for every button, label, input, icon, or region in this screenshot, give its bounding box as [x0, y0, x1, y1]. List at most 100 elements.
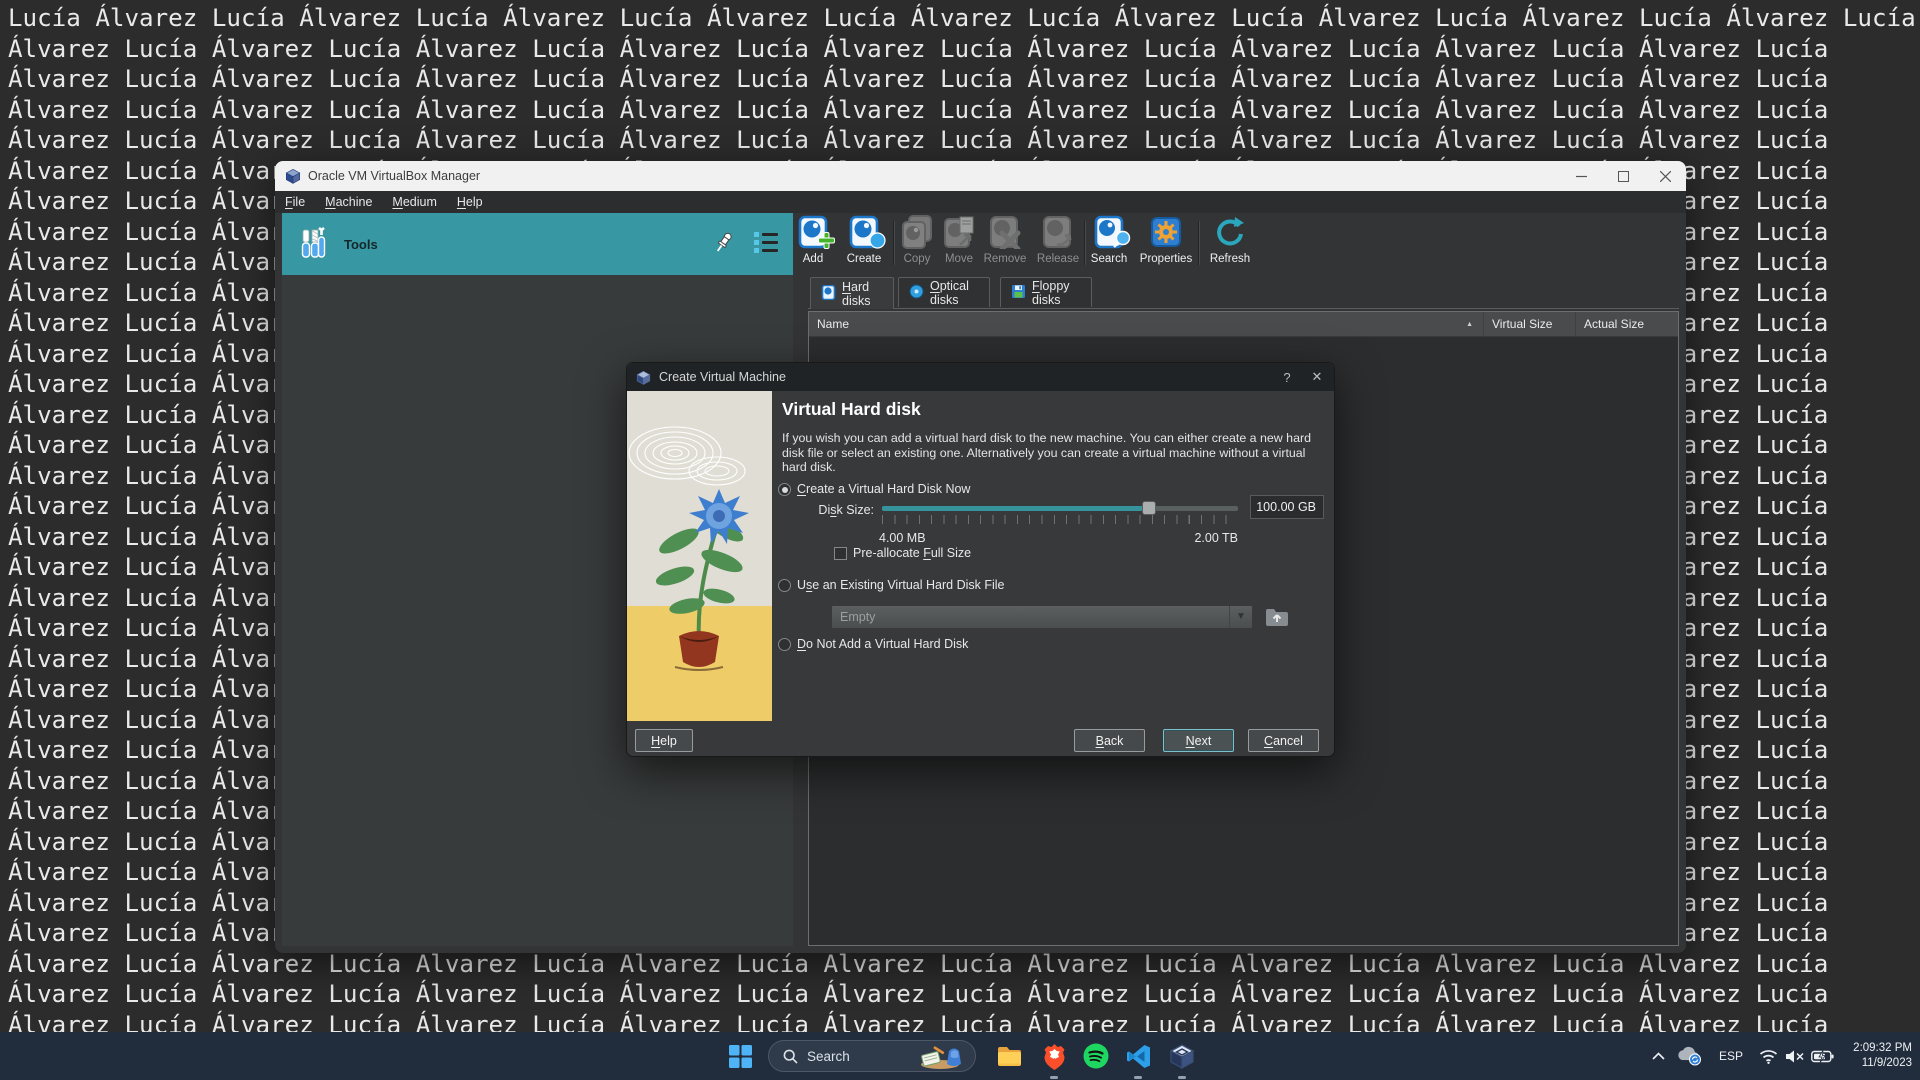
toolbar-properties-button[interactable]: Properties — [1136, 215, 1196, 265]
back-button[interactable]: Back — [1074, 729, 1145, 752]
floppy-disk-icon — [1011, 284, 1026, 302]
radio-no-disk-label: Do Not Add a Virtual Hard Disk — [797, 637, 968, 651]
tools-menu-icon[interactable] — [753, 230, 779, 259]
taskbar-clock[interactable]: 2:09:32 PM 11/9/2023 — [1836, 1041, 1912, 1071]
brave-browser-button[interactable] — [1034, 1036, 1074, 1076]
existing-disk-dropdown[interactable]: Empty ▼ — [831, 605, 1253, 629]
tab-hard-disks[interactable]: Hard disks — [810, 277, 894, 309]
media-table-header: Name ▲ Virtual Size Actual Size — [809, 312, 1678, 337]
disk-size-value[interactable]: 100.00 GB — [1250, 495, 1324, 519]
windows-logo-icon — [729, 1045, 752, 1068]
preallocate-label: Pre-allocate Full Size — [853, 546, 971, 560]
running-indicator — [1050, 1076, 1058, 1079]
window-title: Oracle VM VirtualBox Manager — [308, 169, 480, 183]
spotify-button[interactable] — [1076, 1036, 1116, 1076]
running-indicator — [1178, 1076, 1186, 1079]
file-explorer-button[interactable] — [989, 1036, 1029, 1076]
virtualbox-taskbar-button[interactable] — [1162, 1036, 1202, 1076]
toolbar-refresh-button[interactable]: Refresh — [1200, 215, 1260, 265]
virtualbox-icon — [1169, 1043, 1195, 1069]
dialog-close-button[interactable]: ✕ — [1302, 363, 1332, 391]
toolbar-remove-button[interactable]: Remove — [975, 215, 1035, 265]
spotify-icon — [1083, 1043, 1109, 1069]
menu-medium[interactable]: Medium — [382, 192, 446, 212]
menu-file[interactable]: File — [275, 192, 315, 212]
virtualbox-logo-icon — [636, 370, 651, 385]
column-header-name[interactable]: Name ▲ — [809, 312, 1484, 336]
close-button[interactable] — [1644, 161, 1686, 191]
pin-icon[interactable] — [711, 229, 737, 260]
dialog-title: Create Virtual Machine — [659, 370, 786, 384]
move-medium-icon — [941, 215, 977, 251]
tray-onedrive-icon[interactable] — [1676, 1046, 1704, 1066]
tab-floppy-disks[interactable]: Floppy disks — [1000, 277, 1092, 307]
hard-disk-icon — [821, 285, 836, 303]
virtualbox-logo-icon — [285, 168, 301, 184]
window-titlebar: Oracle VM VirtualBox Manager — [275, 161, 1686, 191]
wizard-description: If you wish you can add a virtual hard d… — [782, 431, 1311, 475]
disk-size-label: Disk Size: — [792, 503, 874, 517]
toolbar-search-button[interactable]: Search — [1079, 215, 1139, 265]
brave-icon — [1042, 1043, 1067, 1070]
battery-icon[interactable] — [1808, 1046, 1836, 1066]
start-button[interactable] — [720, 1036, 760, 1076]
tray-language-indicator[interactable]: ESP — [1714, 1046, 1748, 1066]
cancel-button[interactable]: Cancel — [1248, 729, 1319, 752]
dialog-titlebar: Create Virtual Machine ? ✕ — [627, 363, 1334, 391]
slider-max-label: 2.00 TB — [1188, 531, 1238, 545]
create-vm-dialog: Create Virtual Machine ? ✕ — [626, 362, 1335, 757]
search-icon — [783, 1049, 798, 1064]
menu-machine[interactable]: Machine — [315, 192, 382, 212]
slider-ticks — [882, 515, 1238, 524]
taskbar: Search ESP — [0, 1032, 1920, 1080]
tab-optical-disks[interactable]: Optical disks — [898, 277, 990, 307]
tools-icon — [298, 227, 332, 261]
tools-label: Tools — [344, 237, 378, 252]
radio-use-existing-disk[interactable] — [778, 579, 791, 592]
disk-size-slider[interactable] — [882, 506, 1238, 511]
search-box[interactable]: Search — [768, 1040, 976, 1072]
slider-handle[interactable] — [1142, 501, 1156, 515]
vscode-button[interactable] — [1118, 1036, 1158, 1076]
column-header-virtual-size[interactable]: Virtual Size — [1484, 312, 1576, 336]
desktop: Lucía Álvarez Lucía Álvarez Lucía Álvare… — [0, 0, 1920, 1080]
radio-use-existing-disk-label: Use an Existing Virtual Hard Disk File — [797, 578, 1005, 592]
tray-chevron-up-icon[interactable] — [1646, 1046, 1670, 1066]
dialog-content: Virtual Hard disk If you wish you can ad… — [772, 391, 1334, 719]
menu-help[interactable]: Help — [447, 192, 493, 212]
page-title: Virtual Hard disk — [782, 399, 921, 420]
toolbar-create-button[interactable]: Create — [834, 215, 894, 265]
tools-banner: Tools — [282, 213, 793, 275]
radio-no-disk[interactable] — [778, 638, 791, 651]
column-header-actual-size[interactable]: Actual Size — [1576, 312, 1678, 336]
menu-bar: File Machine Medium Help — [275, 191, 1686, 213]
preallocate-checkbox[interactable] — [834, 547, 847, 560]
minimize-button[interactable] — [1560, 161, 1602, 191]
search-highlight-graphic — [918, 1043, 970, 1070]
choose-disk-file-button[interactable] — [1263, 603, 1290, 630]
wifi-icon[interactable] — [1756, 1046, 1780, 1066]
clock-date: 11/9/2023 — [1836, 1056, 1912, 1071]
refresh-icon — [1212, 215, 1248, 251]
next-button[interactable]: Next — [1163, 729, 1234, 752]
maximize-button[interactable] — [1602, 161, 1644, 191]
slider-fill — [882, 506, 1149, 511]
file-explorer-icon — [996, 1043, 1023, 1070]
help-button[interactable]: Help — [635, 729, 693, 752]
wizard-illustration — [627, 391, 772, 721]
remove-medium-icon — [987, 215, 1023, 251]
optical-disk-icon — [909, 284, 924, 302]
vscode-icon — [1126, 1044, 1151, 1069]
dialog-help-button[interactable]: ? — [1272, 363, 1302, 391]
dropdown-value: Empty — [840, 610, 875, 624]
volume-muted-icon[interactable] — [1782, 1046, 1808, 1066]
media-tabs: Hard disks Optical disks Floppy disks — [808, 275, 1679, 309]
radio-create-new-disk-label: Create a Virtual Hard Disk Now — [797, 482, 970, 496]
create-medium-icon — [846, 215, 882, 251]
properties-icon — [1148, 215, 1184, 251]
release-medium-icon — [1040, 215, 1076, 251]
radio-create-new-disk[interactable] — [778, 483, 791, 496]
dialog-footer: Help Back Next Cancel — [627, 719, 1334, 756]
search-medium-icon — [1091, 215, 1127, 251]
search-label: Search — [807, 1049, 850, 1064]
